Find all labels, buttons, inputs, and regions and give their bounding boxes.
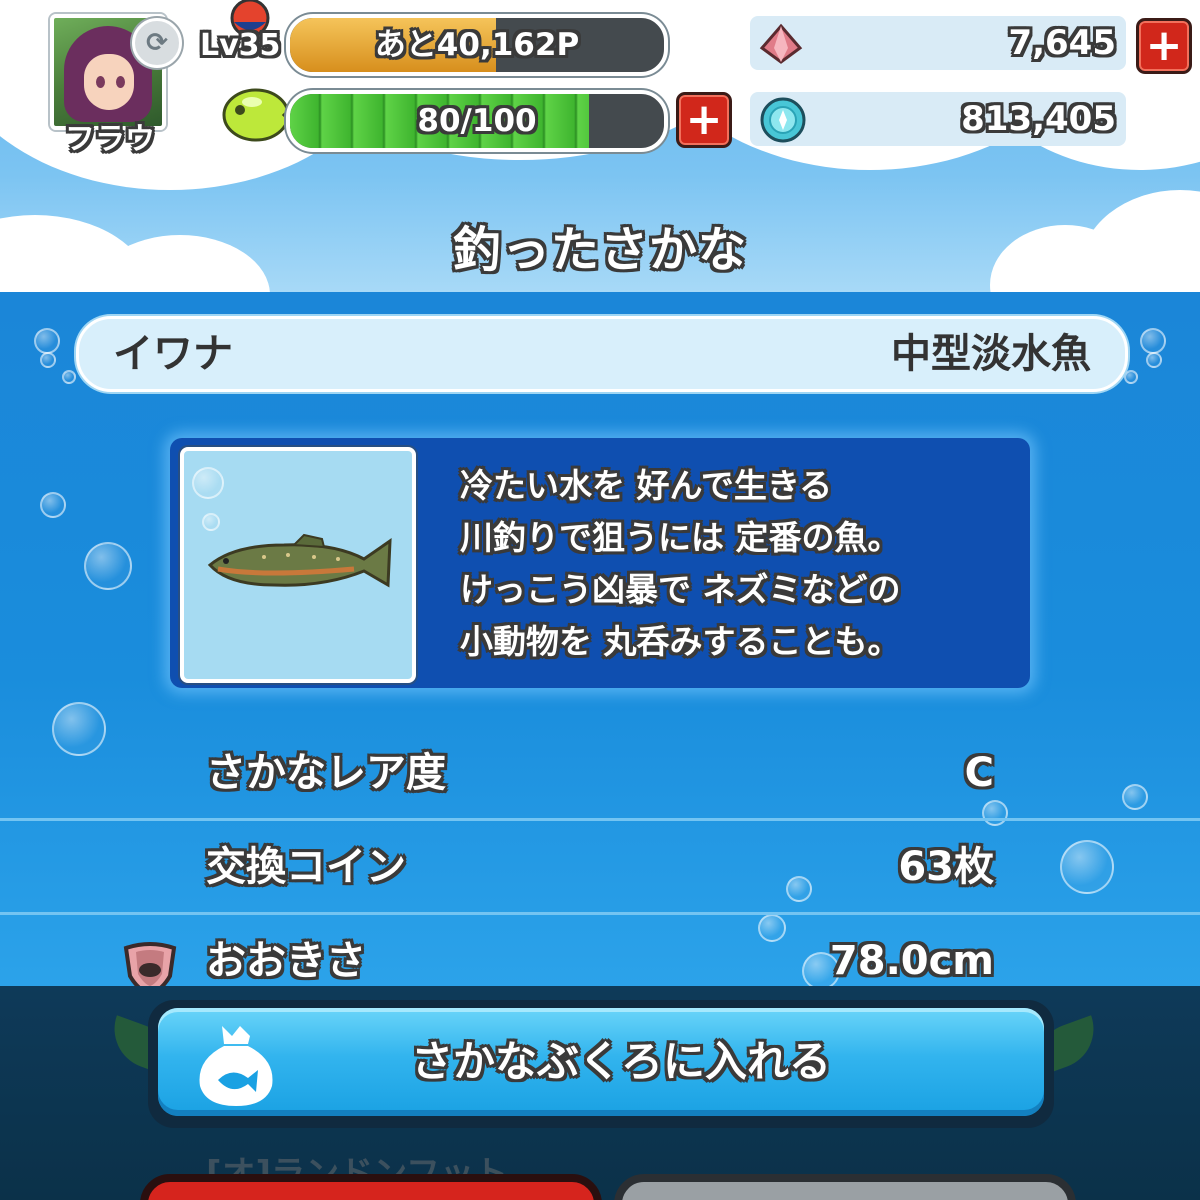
description-line: けっこう凶暴で ネズミなどの bbox=[460, 570, 901, 609]
fish-name-bar: イワナ 中型淡水魚 bbox=[76, 316, 1128, 392]
bubble bbox=[192, 467, 224, 499]
description-line: 冷たい水を 好んで生きる bbox=[460, 466, 833, 505]
size-badge-icon bbox=[123, 942, 177, 992]
description-line: 小動物を 丸呑みすることも。 bbox=[460, 622, 901, 661]
stat-label: さかなレア度 bbox=[206, 750, 446, 796]
bubble bbox=[1140, 328, 1166, 354]
put-in-fish-bag-button[interactable]: さかなぶくろに入れる bbox=[148, 1000, 1054, 1128]
exp-remaining: あと40,162P bbox=[374, 27, 580, 63]
gem-count: 7,645 bbox=[1008, 23, 1116, 63]
level-label: Lv35 bbox=[200, 28, 281, 63]
red-action-button[interactable] bbox=[140, 1174, 602, 1200]
fish-image bbox=[180, 447, 416, 683]
bubble bbox=[62, 370, 76, 384]
bubble bbox=[202, 513, 220, 531]
blue-coin-icon bbox=[760, 97, 806, 143]
stat-label: 交換コイン bbox=[206, 844, 406, 890]
put-in-fish-bag-label: さかなぶくろに入れる bbox=[410, 1037, 831, 1086]
bubble bbox=[40, 352, 56, 368]
coin-count: 813,405 bbox=[961, 99, 1116, 139]
gem-counter: 7,645 bbox=[750, 16, 1126, 70]
bubble bbox=[40, 492, 66, 518]
fish-caught-screen: ⟳ フラウ Lv35 あと40,162P 80/100 + 7,645 + 81… bbox=[0, 0, 1200, 1200]
description-line: 川釣りで狙うには 定番の魚。 bbox=[460, 518, 901, 557]
add-stamina-button[interactable]: + bbox=[676, 92, 732, 148]
iwana-fish-icon bbox=[207, 533, 392, 588]
page-title: 釣ったさかな bbox=[452, 222, 747, 278]
stat-row-coins: 交換コイン 63枚 bbox=[0, 822, 1200, 915]
bubble bbox=[84, 542, 132, 590]
stamina-bar: 80/100 bbox=[286, 90, 668, 152]
stat-value: C bbox=[964, 750, 994, 796]
fish-description: 冷たい水を 好んで生きる 川釣りで狙うには 定番の魚。 けっこう凶暴で ネズミな… bbox=[460, 460, 1020, 668]
stamina-value: 80/100 bbox=[417, 103, 537, 139]
player-name: フラウ bbox=[65, 122, 155, 157]
bubble bbox=[1124, 370, 1138, 384]
stat-value: 78.0cm bbox=[829, 938, 994, 984]
stat-row-size: おおきさ 78.0cm bbox=[0, 916, 1200, 992]
grey-action-button[interactable] bbox=[614, 1174, 1076, 1200]
stat-label: おおきさ bbox=[206, 938, 366, 984]
swap-icon[interactable]: ⟳ bbox=[132, 18, 182, 68]
action-bar: さかなぶくろに入れる [オ]ランドンフット bbox=[0, 986, 1200, 1200]
fish-description-panel: 冷たい水を 好んで生きる 川釣りで狙うには 定番の魚。 けっこう凶暴で ネズミな… bbox=[170, 438, 1030, 688]
stat-row-rarity: さかなレア度 C bbox=[0, 728, 1200, 821]
fish-type: 中型淡水魚 bbox=[891, 331, 1091, 377]
bubble bbox=[1146, 352, 1162, 368]
add-gems-button[interactable]: + bbox=[1136, 18, 1192, 74]
coin-counter: 813,405 bbox=[750, 92, 1126, 146]
stat-value: 63枚 bbox=[898, 844, 994, 890]
red-gem-icon bbox=[759, 23, 803, 64]
fish-name: イワナ bbox=[113, 331, 233, 377]
header-sky: ⟳ フラウ Lv35 あと40,162P 80/100 + 7,645 + 81… bbox=[0, 0, 1200, 292]
fish-detail-panel: イワナ 中型淡水魚 冷たい水を 好んで生きる 川釣りで狙うには 定番の魚。 けっ… bbox=[0, 292, 1200, 992]
exp-bar: あと40,162P bbox=[286, 14, 668, 76]
bubble bbox=[34, 328, 60, 354]
